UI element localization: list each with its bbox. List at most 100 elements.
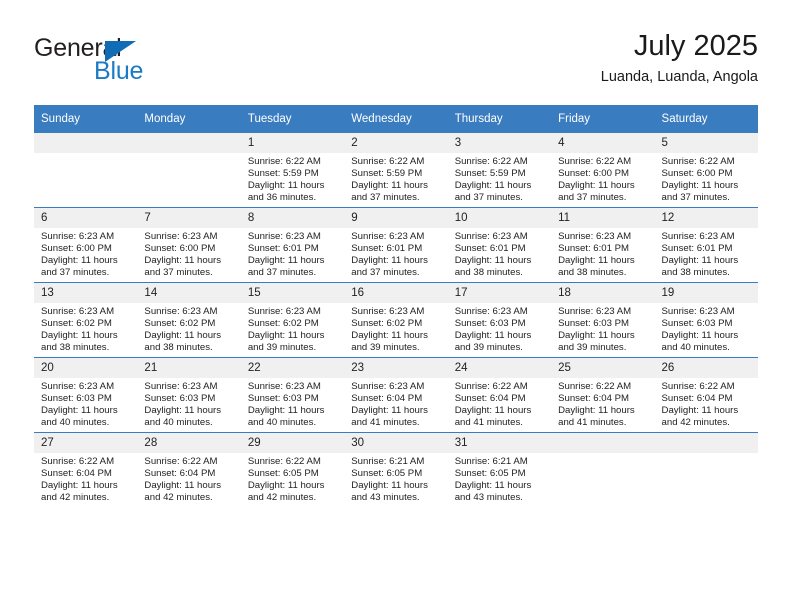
day-number: 6 xyxy=(34,208,138,228)
calendar-day-cell[interactable]: 20 Sunrise: 6:23 AM Sunset: 6:03 PM Dayligh… xyxy=(34,357,138,433)
sunrise-text: Sunrise: 6:21 AM xyxy=(454,456,528,467)
sunset-text: Sunset: 6:00 PM xyxy=(41,243,112,255)
sunset-text: Sunset: 6:02 PM xyxy=(41,318,112,330)
day-number: 19 xyxy=(654,283,758,303)
sunset-text: Sunset: 6:04 PM xyxy=(558,393,630,405)
daylight-text-line1: Daylight: 11 hours xyxy=(454,405,532,417)
day-details: Sunrise: 6:22 AM Sunset: 5:59 PM Daylight:… xyxy=(344,153,447,204)
daylight-text-line1: Daylight: 11 hours xyxy=(247,405,325,417)
daylight-text-line2: and 39 minutes. xyxy=(558,342,627,354)
daylight-text-line1: Daylight: 11 hours xyxy=(41,330,118,342)
sunrise-text: Sunrise: 6:21 AM xyxy=(351,456,425,467)
calendar-day-cell[interactable]: 1 Sunrise: 6:22 AM Sunset: 5:59 PM Daylight… xyxy=(240,133,345,208)
sunset-text: Sunset: 6:01 PM xyxy=(661,243,733,255)
sunset-text: Sunset: 6:01 PM xyxy=(558,243,630,255)
daylight-text-line2: and 37 minutes. xyxy=(144,267,213,279)
day-number: 30 xyxy=(344,433,448,453)
calendar-day-cell[interactable]: 12 Sunrise: 6:23 AM Sunset: 6:01 PM Dayligh… xyxy=(654,207,758,283)
calendar-cell-empty xyxy=(551,432,655,507)
calendar-day-cell[interactable]: 22 Sunrise: 6:23 AM Sunset: 6:03 PM Dayligh… xyxy=(240,357,345,433)
calendar-day-cell[interactable]: 9 Sunrise: 6:23 AM Sunset: 6:01 PM Daylight… xyxy=(344,207,448,283)
daylight-text-line2: and 38 minutes. xyxy=(454,267,523,279)
page-header: General Blue July 2025 Luanda, Luanda, A… xyxy=(34,28,758,98)
sunrise-text: Sunrise: 6:22 AM xyxy=(454,381,528,392)
sunrise-text: Sunrise: 6:22 AM xyxy=(661,381,735,392)
calendar-day-cell[interactable]: 29 Sunrise: 6:22 AM Sunset: 6:05 PM Dayligh… xyxy=(240,432,345,507)
day-number: 31 xyxy=(447,433,552,453)
sunset-text: Sunset: 6:01 PM xyxy=(247,243,319,255)
calendar-day-cell[interactable]: 28 Sunrise: 6:22 AM Sunset: 6:04 PM Dayligh… xyxy=(137,432,241,507)
weekday-header-wednesday: Wednesday xyxy=(344,105,448,133)
day-details: Sunrise: 6:23 AM Sunset: 6:03 PM Daylight:… xyxy=(34,378,137,429)
calendar-day-cell[interactable]: 21 Sunrise: 6:23 AM Sunset: 6:03 PM Dayligh… xyxy=(137,357,241,433)
calendar-day-cell[interactable]: 5 Sunrise: 6:22 AM Sunset: 6:00 PM Daylight… xyxy=(654,133,758,208)
calendar-day-cell[interactable]: 27 Sunrise: 6:22 AM Sunset: 6:04 PM Dayligh… xyxy=(34,432,138,507)
sunrise-text: Sunrise: 6:23 AM xyxy=(247,306,321,317)
daylight-text-line2: and 43 minutes. xyxy=(454,492,523,504)
day-number xyxy=(137,133,241,153)
calendar-day-cell[interactable]: 13 Sunrise: 6:23 AM Sunset: 6:02 PM Dayligh… xyxy=(34,282,138,358)
calendar-day-cell[interactable]: 16 Sunrise: 6:23 AM Sunset: 6:02 PM Dayligh… xyxy=(344,282,448,358)
day-details: Sunrise: 6:21 AM Sunset: 6:05 PM Daylight:… xyxy=(448,453,551,504)
calendar-day-cell[interactable]: 10 Sunrise: 6:23 AM Sunset: 6:01 PM Dayligh… xyxy=(447,207,552,283)
calendar-day-cell[interactable]: 11 Sunrise: 6:23 AM Sunset: 6:01 PM Dayligh… xyxy=(551,207,655,283)
daylight-text-line1: Daylight: 11 hours xyxy=(454,480,532,492)
calendar-head: Sunday Monday Tuesday Wednesday Thursday… xyxy=(34,105,758,133)
sunset-text: Sunset: 6:02 PM xyxy=(247,318,319,330)
daylight-text-line1: Daylight: 11 hours xyxy=(247,255,325,267)
calendar-day-cell[interactable]: 8 Sunrise: 6:23 AM Sunset: 6:01 PM Daylight… xyxy=(240,207,345,283)
day-details: Sunrise: 6:22 AM Sunset: 6:04 PM Daylight:… xyxy=(448,378,551,429)
sunrise-text: Sunrise: 6:23 AM xyxy=(144,306,218,317)
calendar-day-cell[interactable]: 15 Sunrise: 6:23 AM Sunset: 6:02 PM Dayligh… xyxy=(240,282,345,358)
day-details: Sunrise: 6:23 AM Sunset: 6:02 PM Daylight:… xyxy=(344,303,447,354)
calendar-cell-empty xyxy=(654,432,758,507)
calendar-day-cell[interactable]: 23 Sunrise: 6:23 AM Sunset: 6:04 PM Dayligh… xyxy=(344,357,448,433)
sunrise-text: Sunrise: 6:22 AM xyxy=(247,456,321,467)
day-details: Sunrise: 6:22 AM Sunset: 6:04 PM Daylight:… xyxy=(137,453,240,504)
calendar-day-cell[interactable]: 4 Sunrise: 6:22 AM Sunset: 6:00 PM Daylight… xyxy=(551,133,655,208)
daylight-text-line2: and 40 minutes. xyxy=(247,417,317,429)
calendar-day-cell[interactable]: 17 Sunrise: 6:23 AM Sunset: 6:03 PM Dayligh… xyxy=(447,282,552,358)
day-number: 9 xyxy=(344,208,448,228)
calendar-day-cell[interactable]: 14 Sunrise: 6:23 AM Sunset: 6:02 PM Dayligh… xyxy=(137,282,241,358)
day-number: 8 xyxy=(240,208,345,228)
sunset-text: Sunset: 6:00 PM xyxy=(558,168,630,180)
daylight-text-line1: Daylight: 11 hours xyxy=(661,180,739,192)
sunrise-text: Sunrise: 6:23 AM xyxy=(41,231,115,242)
sunset-text: Sunset: 6:00 PM xyxy=(661,168,733,180)
calendar-cell-empty xyxy=(137,133,241,208)
page-title: July 2025 xyxy=(633,30,758,62)
calendar-day-cell[interactable]: 24 Sunrise: 6:22 AM Sunset: 6:04 PM Dayligh… xyxy=(447,357,552,433)
weekday-header-friday: Friday xyxy=(551,105,655,133)
calendar-body: 1 Sunrise: 6:22 AM Sunset: 5:59 PM Daylight… xyxy=(34,133,758,507)
calendar-day-cell[interactable]: 26 Sunrise: 6:22 AM Sunset: 6:04 PM Dayligh… xyxy=(654,357,758,433)
calendar-day-cell[interactable]: 25 Sunrise: 6:22 AM Sunset: 6:04 PM Dayligh… xyxy=(551,357,655,433)
day-number: 4 xyxy=(551,133,655,153)
calendar-day-cell[interactable]: 30 Sunrise: 6:21 AM Sunset: 6:05 PM Dayligh… xyxy=(344,432,448,507)
calendar-day-cell[interactable]: 6 Sunrise: 6:23 AM Sunset: 6:00 PM Daylight… xyxy=(34,207,138,283)
sunrise-text: Sunrise: 6:23 AM xyxy=(144,231,218,242)
daylight-text-line1: Daylight: 11 hours xyxy=(247,180,325,192)
day-details: Sunrise: 6:23 AM Sunset: 6:03 PM Daylight:… xyxy=(551,303,654,354)
calendar-day-cell[interactable]: 2 Sunrise: 6:22 AM Sunset: 5:59 PM Daylight… xyxy=(344,133,448,208)
calendar-day-cell[interactable]: 31 Sunrise: 6:21 AM Sunset: 6:05 PM Dayligh… xyxy=(447,432,552,507)
calendar-day-cell[interactable]: 18 Sunrise: 6:23 AM Sunset: 6:03 PM Dayligh… xyxy=(551,282,655,358)
daylight-text-line2: and 40 minutes. xyxy=(41,417,110,429)
day-details: Sunrise: 6:23 AM Sunset: 6:01 PM Daylight:… xyxy=(344,228,447,279)
day-details: Sunrise: 6:23 AM Sunset: 6:02 PM Daylight:… xyxy=(137,303,240,354)
sunset-text: Sunset: 6:03 PM xyxy=(454,318,526,330)
day-details: Sunrise: 6:22 AM Sunset: 5:59 PM Daylight:… xyxy=(448,153,551,204)
day-details: Sunrise: 6:23 AM Sunset: 6:00 PM Daylight:… xyxy=(34,228,137,279)
calendar-day-cell[interactable]: 19 Sunrise: 6:23 AM Sunset: 6:03 PM Dayligh… xyxy=(654,282,758,358)
weekday-header-saturday: Saturday xyxy=(654,105,758,133)
day-number: 15 xyxy=(240,283,345,303)
sunset-text: Sunset: 6:05 PM xyxy=(454,468,526,480)
day-details: Sunrise: 6:23 AM Sunset: 6:03 PM Daylight:… xyxy=(655,303,758,354)
sunset-text: Sunset: 6:04 PM xyxy=(661,393,733,405)
calendar-day-cell[interactable]: 7 Sunrise: 6:23 AM Sunset: 6:00 PM Daylight… xyxy=(137,207,241,283)
daylight-text-line1: Daylight: 11 hours xyxy=(247,480,325,492)
calendar-day-cell[interactable]: 3 Sunrise: 6:22 AM Sunset: 5:59 PM Daylight… xyxy=(447,133,552,208)
daylight-text-line1: Daylight: 11 hours xyxy=(661,255,739,267)
sunrise-text: Sunrise: 6:23 AM xyxy=(351,381,425,392)
sunset-text: Sunset: 5:59 PM xyxy=(247,168,319,180)
